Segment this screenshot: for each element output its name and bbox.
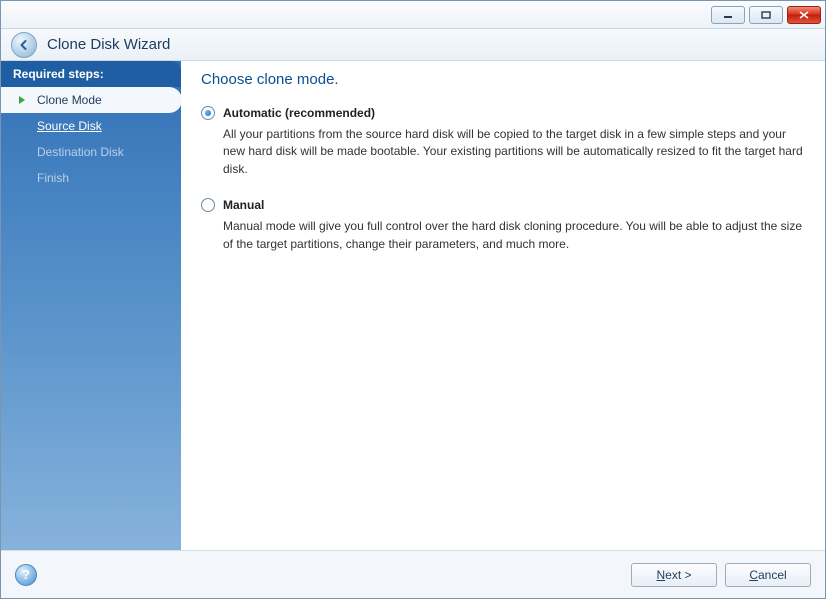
option-description: Manual mode will give you full control o… xyxy=(223,218,805,253)
cancel-accelerator: C xyxy=(749,568,758,582)
cancel-button[interactable]: Cancel xyxy=(725,563,811,587)
wizard-title: Clone Disk Wizard xyxy=(47,36,170,53)
step-spacer-icon xyxy=(17,172,29,184)
maximize-icon xyxy=(761,11,771,19)
minimize-button[interactable] xyxy=(711,6,745,24)
step-clone-mode[interactable]: Clone Mode xyxy=(1,87,182,113)
main-panel: Choose clone mode. Automatic (recommende… xyxy=(181,61,825,550)
option-head: Automatic (recommended) xyxy=(201,106,805,120)
step-label: Finish xyxy=(37,171,69,185)
option-description: All your partitions from the source hard… xyxy=(223,126,805,178)
page-title: Choose clone mode. xyxy=(201,71,805,88)
next-accelerator: N xyxy=(656,568,665,582)
titlebar xyxy=(1,1,825,29)
wizard-footer: ? Next > Cancel xyxy=(1,550,825,598)
cancel-label-rest: ancel xyxy=(758,568,787,582)
minimize-icon xyxy=(723,11,733,19)
close-button[interactable] xyxy=(787,6,821,24)
close-icon xyxy=(799,11,809,19)
maximize-button[interactable] xyxy=(749,6,783,24)
option-manual: Manual Manual mode will give you full co… xyxy=(201,198,805,253)
wizard-header: Clone Disk Wizard xyxy=(1,29,825,61)
step-label: Destination Disk xyxy=(37,145,124,159)
help-button[interactable]: ? xyxy=(15,564,37,586)
step-source-disk[interactable]: Source Disk xyxy=(1,113,181,139)
option-automatic: Automatic (recommended) All your partiti… xyxy=(201,106,805,178)
step-label: Source Disk xyxy=(37,119,102,133)
help-icon: ? xyxy=(22,567,30,582)
radio-automatic[interactable] xyxy=(201,106,215,120)
next-label-rest: ext > xyxy=(665,568,691,582)
step-label: Clone Mode xyxy=(37,93,102,107)
arrow-right-icon xyxy=(17,94,29,106)
wizard-body: Required steps: Clone Mode Source Disk D… xyxy=(1,61,825,550)
step-spacer-icon xyxy=(17,146,29,158)
step-spacer-icon xyxy=(17,120,29,132)
back-arrow-icon xyxy=(17,38,31,52)
option-label: Manual xyxy=(223,198,264,212)
step-finish: Finish xyxy=(1,165,181,191)
option-head: Manual xyxy=(201,198,805,212)
sidebar: Required steps: Clone Mode Source Disk D… xyxy=(1,61,181,550)
option-label: Automatic (recommended) xyxy=(223,106,375,120)
sidebar-header: Required steps: xyxy=(1,61,181,87)
next-button[interactable]: Next > xyxy=(631,563,717,587)
radio-manual[interactable] xyxy=(201,198,215,212)
step-destination-disk: Destination Disk xyxy=(1,139,181,165)
wizard-window: Clone Disk Wizard Required steps: Clone … xyxy=(0,0,826,599)
back-button[interactable] xyxy=(11,32,37,58)
